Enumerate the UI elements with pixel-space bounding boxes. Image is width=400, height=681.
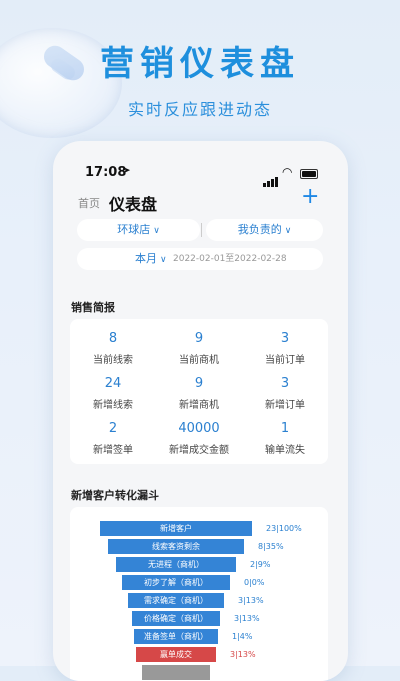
battery-icon: [300, 169, 318, 179]
plus-icon[interactable]: +: [301, 186, 319, 208]
stat-value: 3: [280, 376, 290, 391]
store-filter-dropdown[interactable]: 环球店 ∨: [77, 219, 200, 241]
filter-divider: [201, 223, 202, 237]
sales-report-card: 8 当前线索 9 当前商机 3 当前订单 24 新增线索 9 新增商机 3 新增…: [70, 319, 328, 464]
stat-label: 当前商机: [179, 355, 219, 366]
funnel-stage-bar[interactable]: 价格确定（商机）: [132, 611, 220, 626]
stat-value: 8: [108, 331, 118, 346]
funnel-stage-bar[interactable]: 需求确定（商机）: [128, 593, 224, 608]
stat-label: 当前订单: [265, 355, 305, 366]
stat-label: 新增签单: [93, 445, 133, 456]
stat-label: 输单流失: [265, 445, 305, 456]
funnel-stage-value: 1|4%: [232, 632, 253, 641]
period-label: 本月: [135, 252, 157, 265]
funnel-stage-bar[interactable]: 新增客户: [100, 521, 252, 536]
stat-label: 当前线索: [93, 355, 133, 366]
hero-subtitle: 实时反应跟进动态: [127, 100, 272, 119]
sales-report-title: 销售简报: [71, 301, 115, 314]
stat-current-leads[interactable]: 8 当前线索: [70, 331, 156, 366]
funnel-stage-bar[interactable]: 无进程（商机）: [116, 557, 236, 572]
stat-current-orders[interactable]: 3 当前订单: [242, 331, 328, 366]
stat-label: 新增成交金额: [169, 445, 229, 456]
funnel-stage-value: 8|35%: [258, 542, 284, 551]
signal-icon: [263, 168, 279, 187]
status-time: 17:08: [85, 165, 127, 180]
stat-current-opportunities[interactable]: 9 当前商机: [156, 331, 242, 366]
funnel-stage-value: 23|100%: [266, 524, 302, 533]
stat-value: 1: [280, 421, 290, 436]
chevron-down-icon: ∨: [160, 255, 167, 265]
stat-label: 新增订单: [265, 400, 305, 411]
stat-label: 新增线索: [93, 400, 133, 411]
funnel-stage-bar[interactable]: 初步了解（商机）: [122, 575, 230, 590]
funnel-stage-value: 3|13%: [230, 650, 256, 659]
breadcrumb-home[interactable]: 首页: [78, 195, 100, 211]
funnel-stage-value: 3|13%: [238, 596, 264, 605]
stat-new-leads[interactable]: 24 新增线索: [70, 376, 156, 411]
funnel-stage-value: 3|13%: [234, 614, 260, 623]
chevron-down-icon: ∨: [153, 226, 160, 236]
scope-filter-label: 我负责的: [237, 223, 282, 236]
date-range-text: 2022-02-01至2022-02-28: [173, 254, 287, 264]
funnel-stage-bar[interactable]: 线索客资剩余: [108, 539, 244, 554]
store-filter-label: 环球店: [117, 223, 151, 236]
phone-screen: 17:08 ➤ ◠ 首页 仪表盘 + 环球店 ∨ 我负责的 ∨ 本月 ∨ 2022-0…: [53, 141, 348, 681]
stat-new-opportunities[interactable]: 9 新增商机: [156, 376, 242, 411]
funnel-stage-bar[interactable]: 准备签单（商机）: [134, 629, 218, 644]
stat-new-signed[interactable]: 2 新增签单: [70, 421, 156, 456]
stat-value: 9: [194, 376, 204, 391]
chevron-down-icon: ∨: [284, 226, 292, 236]
funnel-title: 新增客户转化漏斗: [71, 489, 159, 502]
stat-label: 新增商机: [179, 400, 219, 411]
scope-filter-dropdown[interactable]: 我负责的 ∨: [206, 219, 323, 241]
stat-value: 2: [108, 421, 118, 436]
stat-new-deal-amount[interactable]: 40000 新增成交金额: [156, 421, 242, 456]
funnel-stage-value: 2|9%: [250, 560, 271, 569]
funnel-card: 新增客户 23|100% 线索客资剩余 8|35% 无进程（商机） 2|9% 初…: [70, 507, 328, 681]
stat-new-orders[interactable]: 3 新增订单: [242, 376, 328, 411]
wifi-icon: ◠: [282, 165, 293, 179]
funnel-stage-bar-won[interactable]: 赢单成交: [136, 647, 216, 662]
stat-value: 9: [194, 331, 204, 346]
status-bar: 17:08 ➤ ◠: [53, 141, 348, 187]
funnel-stage-bar-lost[interactable]: [142, 665, 210, 680]
location-arrow-icon: ➤: [123, 166, 131, 176]
period-filter[interactable]: 本月 ∨ 2022-02-01至2022-02-28: [77, 248, 323, 270]
period-select[interactable]: 本月 ∨: [135, 248, 167, 271]
stat-lost-orders[interactable]: 1 输单流失: [242, 421, 328, 456]
stat-value: 24: [104, 376, 122, 391]
hero-title: 营销仪表盘: [100, 44, 300, 84]
page-title: 仪表盘: [109, 195, 158, 214]
stat-value: 40000: [178, 421, 220, 436]
stat-value: 3: [280, 331, 290, 346]
funnel-stage-value: 0|0%: [244, 578, 265, 587]
